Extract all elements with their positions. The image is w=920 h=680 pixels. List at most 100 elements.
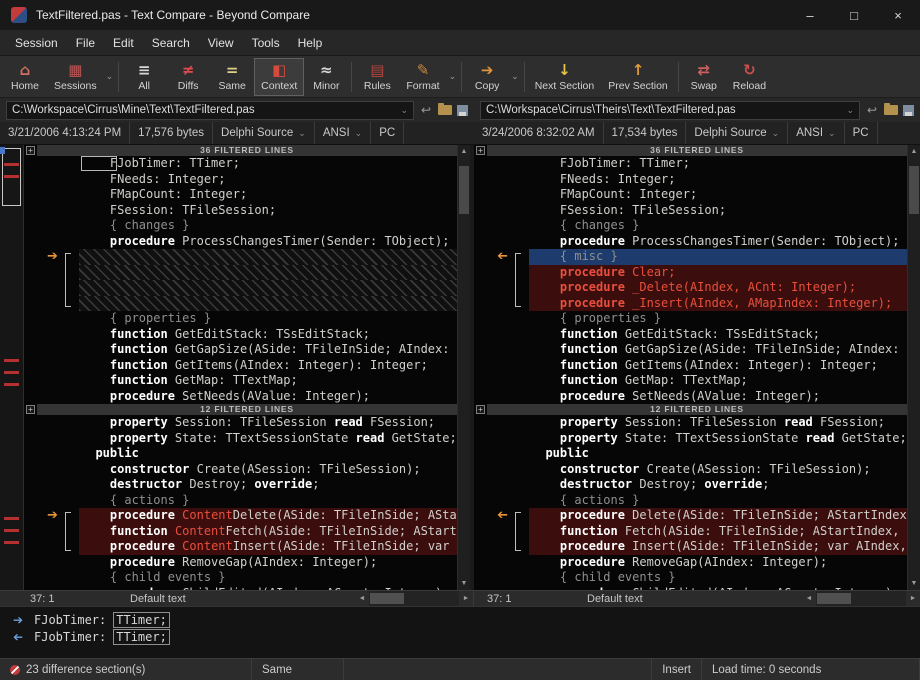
code-line[interactable]: procedure Insert(ASide: TFileInSide; var… (474, 539, 907, 555)
code-line[interactable]: property Session: TFileSession read FSes… (24, 415, 457, 431)
scroll-left-icon[interactable]: ◄ (355, 591, 369, 606)
copy-section-arrow-icon[interactable]: ➔ (497, 249, 508, 265)
code-line[interactable]: FMapCount: Integer; (24, 187, 457, 203)
code-line[interactable]: function GetItems(AIndex: Integer): Inte… (24, 358, 457, 374)
scroll-right-icon[interactable]: ► (906, 591, 920, 606)
toolbar-button-sessions[interactable]: ▦Sessions (47, 58, 104, 96)
right-editor[interactable]: +36 FILTERED LINES FJobTimer: TTimer; FN… (474, 145, 907, 590)
code-line[interactable]: procedure SetNeeds(AValue: Integer); (474, 389, 907, 405)
code-line[interactable]: FNeeds: Integer; (24, 172, 457, 188)
scroll-right-icon[interactable]: ► (459, 591, 473, 606)
code-line[interactable]: ➔ (24, 249, 457, 265)
code-line[interactable]: function GetEditStack: TSsEditStack; (24, 327, 457, 343)
menu-item-view[interactable]: View (199, 32, 243, 54)
code-line[interactable]: { changes } (474, 218, 907, 234)
code-line[interactable]: function GetItems(AIndex: Integer): Inte… (474, 358, 907, 374)
right-path-input[interactable]: C:\Workspace\Cirrus\Theirs\Text\TextFilt… (480, 101, 860, 120)
left-format-select[interactable]: Delphi Source⌄ (213, 122, 315, 144)
chevron-down-icon[interactable]: ⌄ (447, 71, 459, 82)
code-line[interactable]: { actions } (474, 493, 907, 509)
toolbar-button-prev-section[interactable]: ↑Prev Section (601, 58, 675, 96)
code-line[interactable]: ➔ procedure Delete(ASide: TFileInSide; A… (474, 508, 907, 524)
code-line[interactable] (24, 296, 457, 312)
code-line[interactable]: ➔ procedure ContentDelete(ASide: TFileIn… (24, 508, 457, 524)
line-detail-row[interactable]: ➔FJobTimer:TTimer; (8, 628, 920, 645)
line-detail-row[interactable]: ➔FJobTimer:TTimer; (8, 611, 920, 628)
right-vertical-scrollbar[interactable]: ▲ ▼ (907, 145, 920, 590)
scrollbar-thumb[interactable] (817, 593, 851, 604)
menu-item-edit[interactable]: Edit (104, 32, 143, 54)
expand-icon[interactable]: + (476, 405, 485, 414)
right-file-date[interactable]: 3/24/2006 8:32:02 AM (474, 122, 604, 144)
scroll-down-icon[interactable]: ▼ (908, 577, 920, 590)
code-line[interactable]: FJobTimer: TTimer; (24, 156, 457, 172)
code-line[interactable] (24, 265, 457, 281)
chevron-down-icon[interactable]: ⌄ (509, 71, 521, 82)
expand-icon[interactable]: + (26, 405, 35, 414)
scrollbar-thumb[interactable] (370, 593, 404, 604)
code-line[interactable]: function GetEditStack: TSsEditStack; (474, 327, 907, 343)
right-format-select[interactable]: Delphi Source⌄ (686, 122, 788, 144)
toolbar-button-copy[interactable]: ➔Copy (465, 58, 509, 96)
left-horizontal-scrollbar[interactable]: ◄ ► (355, 591, 473, 606)
code-line[interactable]: procedure ChildEdited(AIndex, ACount: In… (474, 586, 907, 591)
left-vertical-scrollbar[interactable]: ▲ ▼ (457, 145, 470, 590)
path-history-icon[interactable]: ↩ (419, 103, 433, 117)
left-line-ending-select[interactable]: PC (371, 122, 404, 144)
maximize-button[interactable]: □ (832, 0, 876, 30)
code-line[interactable]: constructor Create(ASession: TFileSessio… (24, 462, 457, 478)
code-line[interactable]: procedure SetNeeds(AValue: Integer); (24, 389, 457, 405)
chevron-down-icon[interactable]: ⌄ (400, 105, 408, 116)
overview-map[interactable] (0, 145, 24, 590)
save-icon[interactable] (457, 105, 468, 116)
code-line[interactable]: function GetMap: TTextMap; (24, 373, 457, 389)
code-line[interactable]: function ContentFetch(ASide: TFileInSide… (24, 524, 457, 540)
expand-icon[interactable]: + (476, 146, 485, 155)
menu-item-session[interactable]: Session (6, 32, 67, 54)
left-encoding-select[interactable]: ANSI⌄ (315, 122, 371, 144)
scroll-down-icon[interactable]: ▼ (458, 577, 470, 590)
code-line[interactable]: procedure _Insert(AIndex, AMapIndex: Int… (474, 296, 907, 312)
scroll-up-icon[interactable]: ▲ (458, 145, 470, 158)
code-line[interactable]: FSession: TFileSession; (24, 203, 457, 219)
copy-section-arrow-icon[interactable]: ➔ (47, 249, 58, 265)
browse-folder-icon[interactable] (438, 105, 452, 115)
code-line[interactable]: procedure ContentInsert(ASide: TFileInSi… (24, 539, 457, 555)
code-line[interactable]: constructor Create(ASession: TFileSessio… (474, 462, 907, 478)
toolbar-button-all[interactable]: ≡All (122, 58, 166, 96)
menu-item-search[interactable]: Search (143, 32, 199, 54)
minimize-button[interactable]: – (788, 0, 832, 30)
code-line[interactable]: procedure ChildEdited(AIndex, ACount: In… (24, 586, 457, 591)
scrollbar-thumb[interactable] (909, 166, 919, 214)
code-line[interactable]: procedure Clear; (474, 265, 907, 281)
toolbar-button-same[interactable]: =Same (210, 58, 254, 96)
right-horizontal-scrollbar[interactable]: ◄ ► (802, 591, 920, 606)
code-line[interactable]: FNeeds: Integer; (474, 172, 907, 188)
code-line[interactable]: procedure RemoveGap(AIndex: Integer); (474, 555, 907, 571)
toolbar-button-format[interactable]: ✎Format (399, 58, 446, 96)
code-line[interactable]: function GetGapSize(ASide: TFileInSide; … (24, 342, 457, 358)
code-line[interactable]: function Fetch(ASide: TFileInSide; AStar… (474, 524, 907, 540)
code-line[interactable]: { changes } (24, 218, 457, 234)
chevron-down-icon[interactable]: ⌄ (104, 71, 116, 82)
toolbar-button-reload[interactable]: ↻Reload (726, 58, 773, 96)
code-line[interactable]: public (24, 446, 457, 462)
scroll-left-icon[interactable]: ◄ (802, 591, 816, 606)
toolbar-button-swap[interactable]: ⇄Swap (682, 58, 726, 96)
code-line[interactable]: { actions } (24, 493, 457, 509)
code-line[interactable]: function GetGapSize(ASide: TFileInSide; … (474, 342, 907, 358)
browse-folder-icon[interactable] (884, 105, 898, 115)
copy-section-arrow-icon[interactable]: ➔ (497, 508, 508, 524)
toolbar-button-home[interactable]: ⌂Home (3, 58, 47, 96)
code-line[interactable]: FJobTimer: TTimer; (474, 156, 907, 172)
code-line[interactable]: { properties } (474, 311, 907, 327)
save-icon[interactable] (903, 105, 914, 116)
code-line[interactable]: destructor Destroy; override; (24, 477, 457, 493)
code-line[interactable] (24, 280, 457, 296)
code-line[interactable]: procedure ProcessChangesTimer(Sender: TO… (474, 234, 907, 250)
scrollbar-thumb[interactable] (459, 166, 469, 214)
code-line[interactable]: { child events } (24, 570, 457, 586)
code-line[interactable]: public (474, 446, 907, 462)
toolbar-button-diffs[interactable]: ≠Diffs (166, 58, 210, 96)
menu-item-help[interactable]: Help (289, 32, 332, 54)
